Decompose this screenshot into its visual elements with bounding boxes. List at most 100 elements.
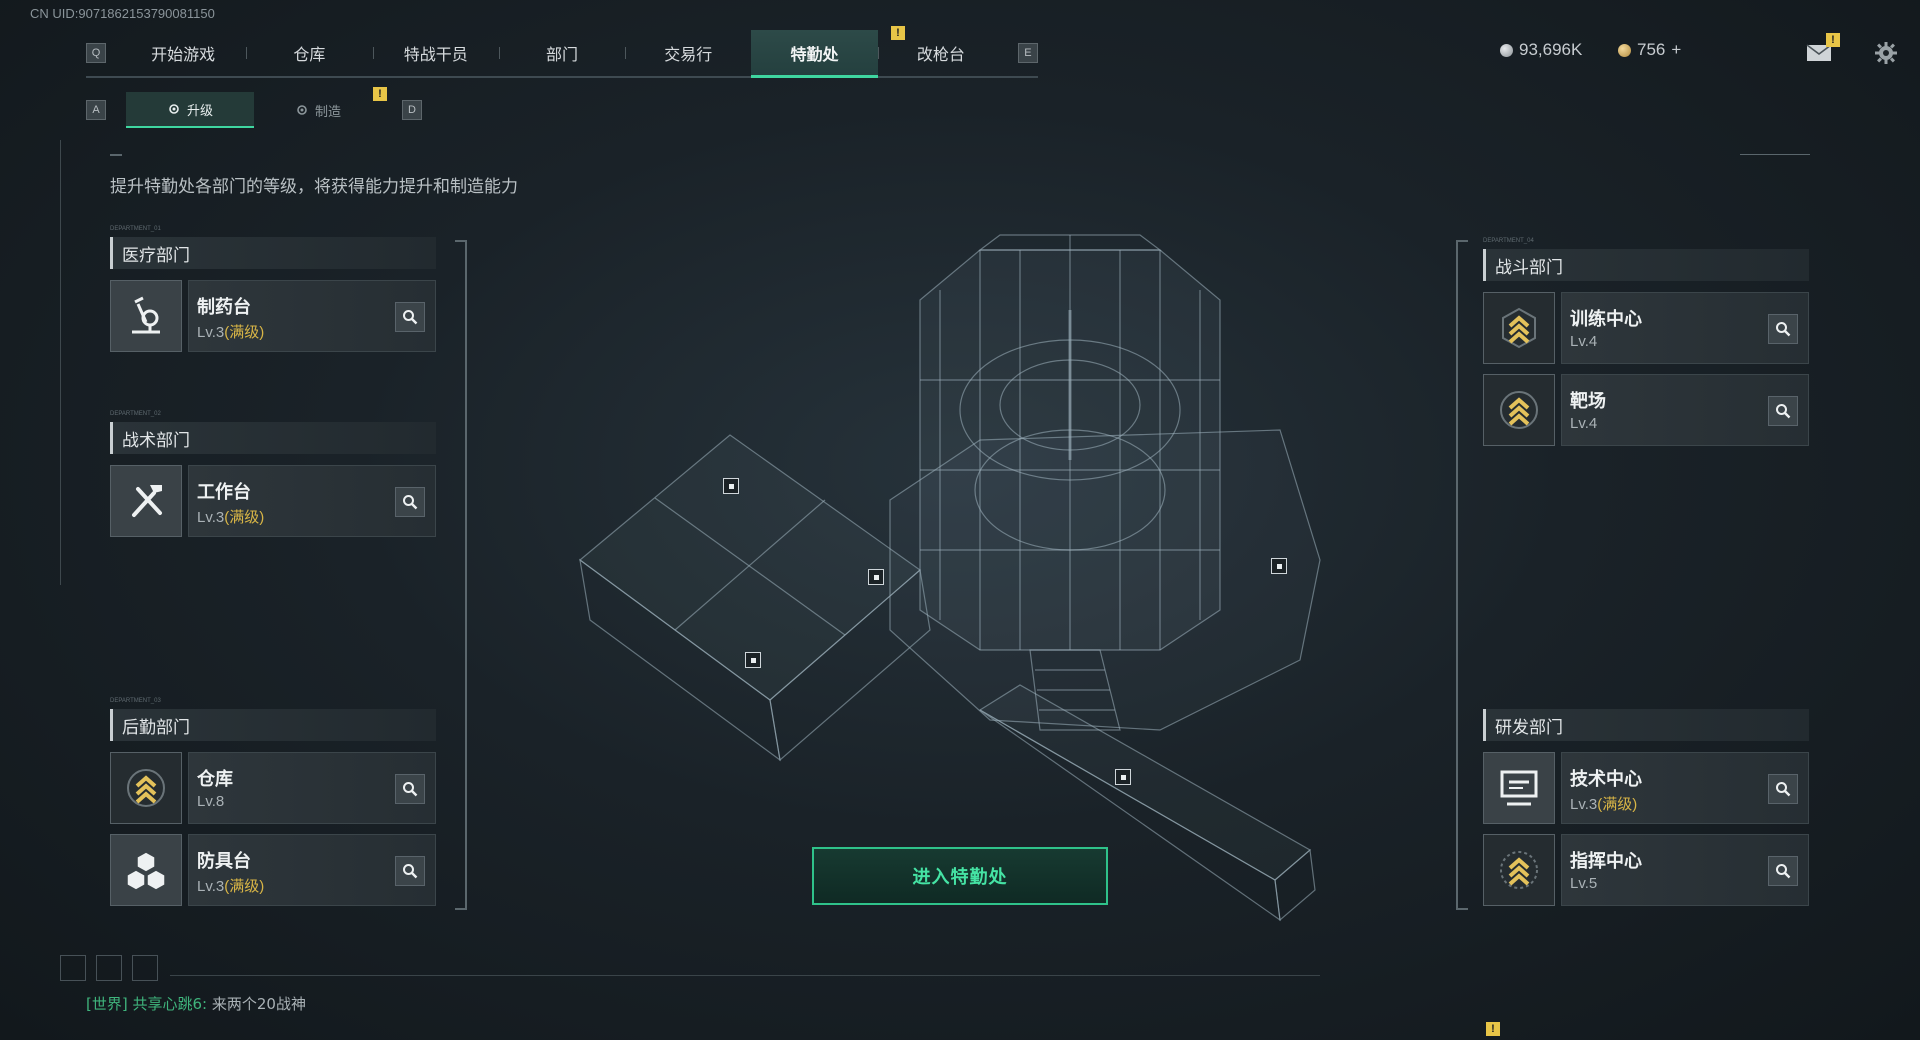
inspect-button[interactable] bbox=[395, 774, 425, 804]
department-tactical-title: 战术部门 bbox=[110, 422, 436, 454]
tab-special-ops[interactable]: 特勤处 bbox=[751, 30, 878, 78]
left-panel-bracket bbox=[455, 240, 467, 910]
divider bbox=[60, 140, 61, 585]
facility-name: 训练中心 bbox=[1570, 309, 1642, 330]
facility-icon bbox=[110, 834, 182, 906]
tab-start-game[interactable]: 开始游戏 bbox=[120, 30, 246, 76]
bottom-slot[interactable] bbox=[60, 955, 86, 981]
facility-card-workbench[interactable]: 工作台 Lv.3(满级) bbox=[110, 465, 436, 537]
tab-department[interactable]: 部门 bbox=[498, 30, 625, 76]
department-logistics-title: 后勤部门 bbox=[110, 709, 436, 741]
facility-level: Lv.4 bbox=[1570, 415, 1597, 432]
level-value: Lv.3 bbox=[197, 324, 225, 341]
facility-card-training-center[interactable]: 训练中心 Lv.4 bbox=[1483, 292, 1809, 364]
facility-blueprint-model[interactable] bbox=[560, 230, 1340, 930]
facility-hotspot-marker[interactable] bbox=[1115, 769, 1131, 785]
inspect-button[interactable] bbox=[1768, 856, 1798, 886]
bottom-slot-row bbox=[60, 955, 158, 981]
inspect-button[interactable] bbox=[395, 302, 425, 332]
facility-card-armor-bench[interactable]: 防具台 Lv.3(满级) bbox=[110, 834, 436, 906]
facility-hotspot-marker[interactable] bbox=[868, 569, 884, 585]
chat-user[interactable]: 共享心跳6: bbox=[133, 995, 208, 1013]
facility-card-body: 训练中心 Lv.4 bbox=[1561, 292, 1809, 364]
add-gold-button[interactable]: + bbox=[1671, 40, 1681, 60]
subnav-next-key-hint[interactable]: D bbox=[402, 100, 422, 120]
inspect-button[interactable] bbox=[395, 487, 425, 517]
facility-name: 技术中心 bbox=[1570, 769, 1642, 790]
tools-icon bbox=[132, 485, 162, 517]
silver-amount: 93,696K bbox=[1519, 40, 1583, 59]
tab-operators[interactable]: 特战干员 bbox=[372, 30, 499, 76]
subtab-upgrade-label: 升级 bbox=[186, 103, 213, 119]
nav-next-key-hint[interactable]: E bbox=[1017, 43, 1038, 63]
silver-currency: 93,696K bbox=[1500, 40, 1582, 60]
facility-icon bbox=[110, 465, 182, 537]
inspect-button[interactable] bbox=[1768, 314, 1798, 344]
department-research-title: 研发部门 bbox=[1483, 709, 1809, 741]
microscope-icon bbox=[132, 296, 160, 334]
computer-icon bbox=[1500, 770, 1538, 806]
subnav-prev-key-hint[interactable]: A bbox=[86, 100, 106, 120]
subtab-craft[interactable]: 制造 bbox=[254, 93, 382, 127]
facility-card-body: 靶场 Lv.4 bbox=[1561, 374, 1809, 446]
level-value: Lv.3 bbox=[197, 878, 225, 895]
subtab-warning-badge: ! bbox=[373, 87, 387, 101]
search-icon bbox=[403, 864, 418, 879]
inspect-button[interactable] bbox=[1768, 396, 1798, 426]
facility-name: 靶场 bbox=[1570, 391, 1606, 412]
bottom-slot[interactable] bbox=[96, 955, 122, 981]
inspect-button[interactable] bbox=[1768, 774, 1798, 804]
search-icon bbox=[403, 782, 418, 797]
facility-level: Lv.3(满级) bbox=[197, 875, 264, 896]
facility-card-tech-center[interactable]: 技术中心 Lv.3(满级) bbox=[1483, 752, 1809, 824]
tab-warehouse[interactable]: 仓库 bbox=[246, 30, 372, 76]
subtab-upgrade[interactable]: 升级 bbox=[126, 92, 254, 128]
facility-card-command-center[interactable]: 指挥中心 Lv.5 bbox=[1483, 834, 1809, 906]
cubes-icon bbox=[126, 851, 166, 891]
world-chat-line[interactable]: [世界] 共享心跳6: 来两个20战神 bbox=[86, 993, 306, 1014]
facility-card-body: 防具台 Lv.3(满级) bbox=[188, 834, 436, 906]
settings-gear-icon[interactable] bbox=[1874, 41, 1898, 65]
department-combat-title: 战斗部门 bbox=[1483, 249, 1809, 281]
chat-channel: [世界] bbox=[86, 995, 128, 1013]
enter-special-ops-button[interactable]: 进入特勤处 bbox=[812, 847, 1108, 905]
facility-level: Lv.4 bbox=[1570, 333, 1597, 350]
level-value: Lv.4 bbox=[1570, 333, 1598, 350]
facility-level: Lv.5 bbox=[1570, 875, 1597, 892]
gear-icon bbox=[169, 104, 179, 114]
chat-message: 来两个20战神 bbox=[211, 995, 306, 1013]
facility-level: Lv.3(满级) bbox=[1570, 793, 1637, 814]
tab-trading[interactable]: 交易行 bbox=[625, 30, 751, 76]
level-value: Lv.3 bbox=[1570, 796, 1598, 813]
level-value: Lv.3 bbox=[197, 509, 225, 526]
search-icon bbox=[1776, 404, 1791, 419]
mail-warning-badge: ! bbox=[1826, 33, 1840, 47]
facility-icon bbox=[110, 752, 182, 824]
inspect-button[interactable] bbox=[395, 856, 425, 886]
player-uid: CN UID:9071862153790081150 bbox=[30, 6, 215, 21]
facility-level: Lv.3(满级) bbox=[197, 506, 264, 527]
facility-icon bbox=[1483, 292, 1555, 364]
level-value: Lv.4 bbox=[1570, 415, 1598, 432]
facility-card-body: 仓库 Lv.8 bbox=[188, 752, 436, 824]
max-level-label: (满级) bbox=[224, 509, 265, 526]
gold-coin-icon bbox=[1618, 43, 1631, 57]
chevrons-icon bbox=[1502, 307, 1536, 349]
facility-hotspot-marker[interactable] bbox=[1271, 558, 1287, 574]
divider bbox=[1740, 154, 1810, 155]
chevrons-icon bbox=[1500, 851, 1538, 889]
facility-icon bbox=[1483, 374, 1555, 446]
facility-card-shooting-range[interactable]: 靶场 Lv.4 bbox=[1483, 374, 1809, 446]
level-value: Lv.8 bbox=[197, 793, 225, 810]
facility-hotspot-marker[interactable] bbox=[745, 652, 761, 668]
nav-prev-key-hint[interactable]: Q bbox=[86, 43, 106, 63]
facility-card-pharmacy[interactable]: 制药台 Lv.3(满级) bbox=[110, 280, 436, 352]
search-icon bbox=[403, 495, 418, 510]
facility-hotspot-marker[interactable] bbox=[723, 478, 739, 494]
facility-card-warehouse[interactable]: 仓库 Lv.8 bbox=[110, 752, 436, 824]
department-tag: DEPARTMENT_04 bbox=[1483, 238, 1534, 244]
top-right-bar: 93,696K 756 + ! bbox=[1500, 33, 1920, 68]
bottom-slot[interactable] bbox=[132, 955, 158, 981]
department-tag: DEPARTMENT_01 bbox=[110, 226, 161, 232]
max-level-label: (满级) bbox=[1597, 796, 1638, 813]
